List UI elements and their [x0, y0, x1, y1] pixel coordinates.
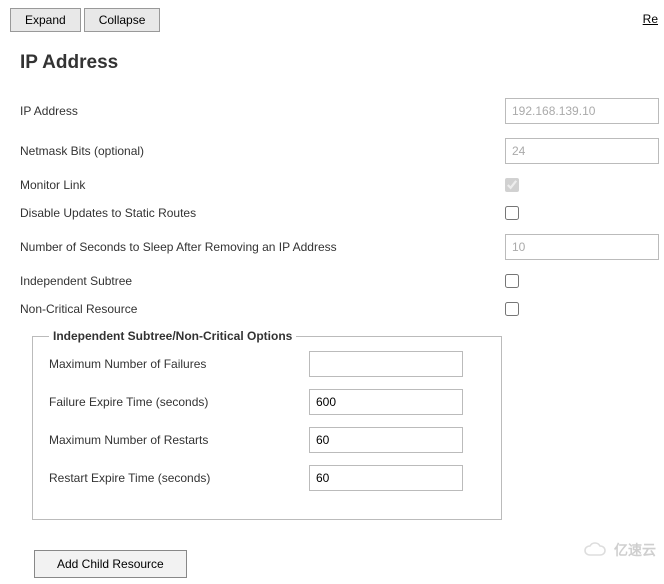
label-restart-expire: Restart Expire Time (seconds): [49, 471, 309, 485]
row-max-failures: Maximum Number of Failures: [49, 351, 485, 377]
checkbox-indep-subtree[interactable]: [505, 274, 519, 288]
row-sleep-seconds: Number of Seconds to Sleep After Removin…: [20, 234, 644, 260]
row-monitor-link: Monitor Link: [20, 178, 644, 192]
input-restart-expire[interactable]: [309, 465, 463, 491]
add-child-resource-button[interactable]: Add Child Resource: [34, 550, 187, 578]
label-disable-updates: Disable Updates to Static Routes: [20, 206, 505, 220]
independent-subtree-box: Independent Subtree/Non-Critical Options…: [32, 336, 502, 520]
cloud-icon: [582, 542, 610, 558]
row-ip-address: IP Address: [20, 98, 644, 124]
input-max-failures[interactable]: [309, 351, 463, 377]
input-max-restarts[interactable]: [309, 427, 463, 453]
checkbox-disable-updates[interactable]: [505, 206, 519, 220]
link-right[interactable]: Re: [643, 12, 658, 26]
label-max-restarts: Maximum Number of Restarts: [49, 433, 309, 447]
row-restart-expire: Restart Expire Time (seconds): [49, 465, 485, 491]
row-non-critical: Non-Critical Resource: [20, 302, 644, 316]
row-disable-updates: Disable Updates to Static Routes: [20, 206, 644, 220]
collapse-button[interactable]: Collapse: [84, 8, 161, 32]
label-indep-subtree: Independent Subtree: [20, 274, 505, 288]
label-sleep-seconds: Number of Seconds to Sleep After Removin…: [20, 240, 505, 254]
row-max-restarts: Maximum Number of Restarts: [49, 427, 485, 453]
checkbox-non-critical[interactable]: [505, 302, 519, 316]
label-netmask: Netmask Bits (optional): [20, 144, 505, 158]
watermark-text: 亿速云: [614, 540, 656, 560]
row-netmask: Netmask Bits (optional): [20, 138, 644, 164]
input-netmask[interactable]: [505, 138, 659, 164]
label-max-failures: Maximum Number of Failures: [49, 357, 309, 371]
row-indep-subtree: Independent Subtree: [20, 274, 644, 288]
page-title: IP Address: [20, 52, 644, 74]
label-non-critical: Non-Critical Resource: [20, 302, 505, 316]
watermark: 亿速云: [582, 540, 656, 560]
toolbar: Expand Collapse: [0, 0, 664, 40]
label-monitor-link: Monitor Link: [20, 178, 505, 192]
checkbox-monitor-link[interactable]: [505, 178, 519, 192]
input-failure-expire[interactable]: [309, 389, 463, 415]
input-ip-address[interactable]: [505, 98, 659, 124]
fieldset-legend: Independent Subtree/Non-Critical Options: [49, 329, 296, 343]
row-failure-expire: Failure Expire Time (seconds): [49, 389, 485, 415]
input-sleep-seconds[interactable]: [505, 234, 659, 260]
label-ip-address: IP Address: [20, 104, 505, 118]
label-failure-expire: Failure Expire Time (seconds): [49, 395, 309, 409]
content: IP Address IP Address Netmask Bits (opti…: [0, 40, 664, 584]
expand-button[interactable]: Expand: [10, 8, 81, 32]
